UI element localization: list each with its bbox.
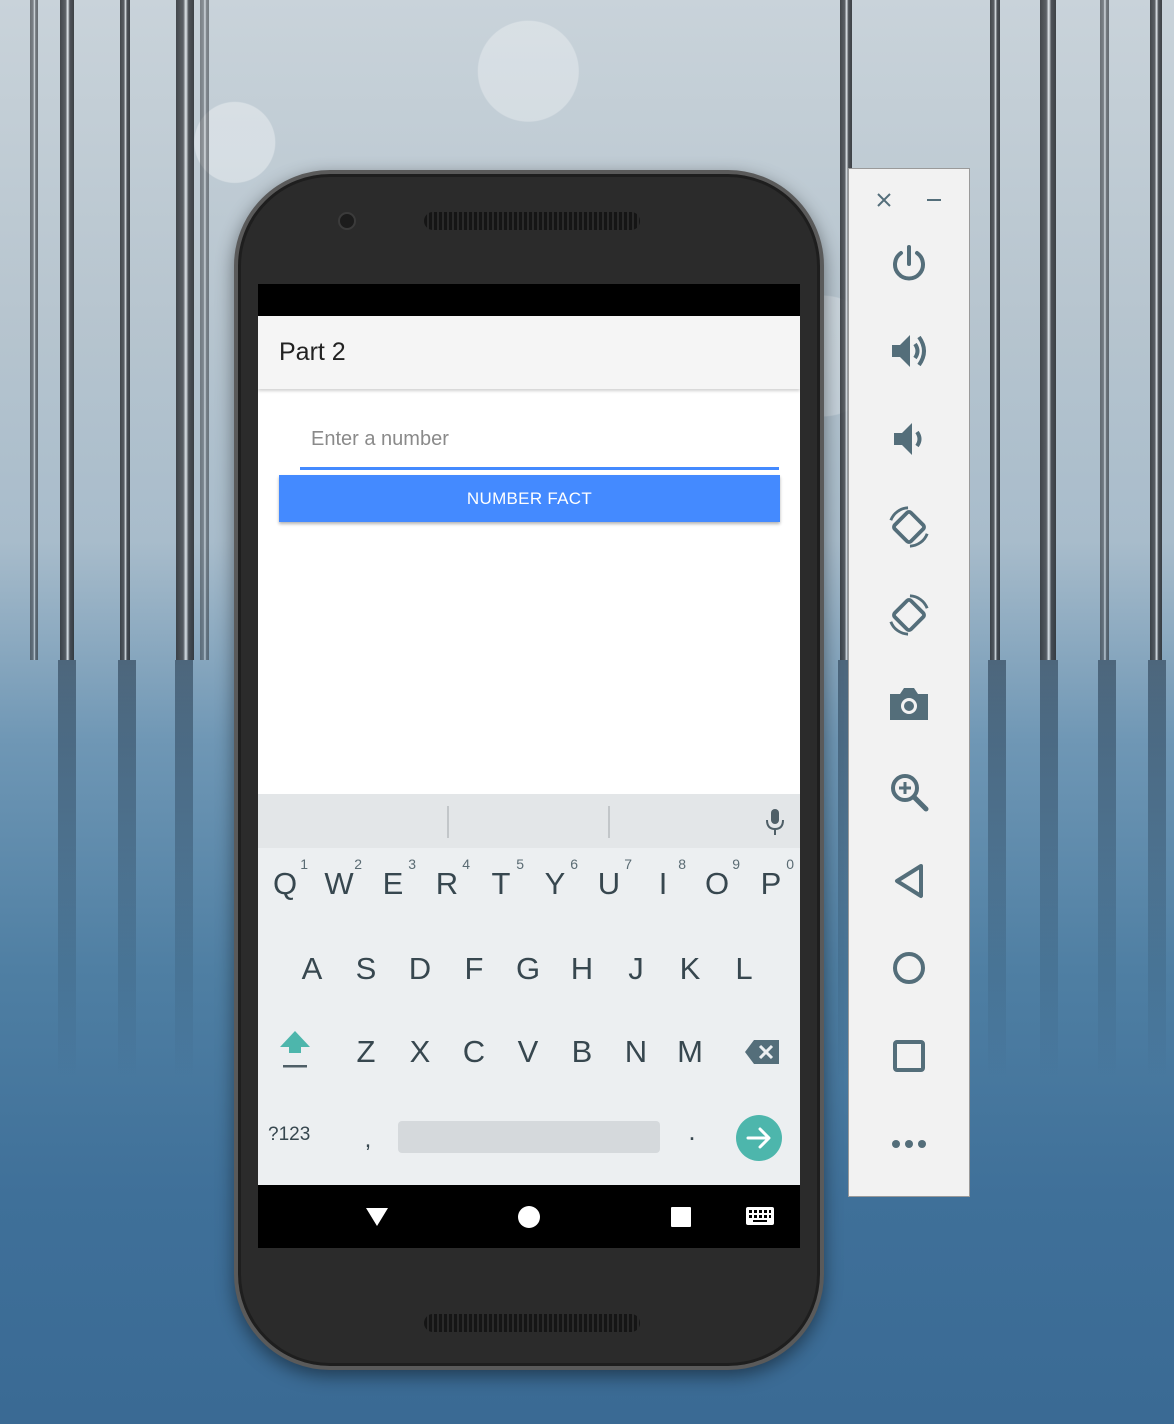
key-f[interactable]: F	[447, 939, 501, 999]
key-j[interactable]: J	[609, 939, 663, 999]
phone-screen: Part 2 NUMBER FACT Q1 W2 E3 R4 T5 Y6 U7 …	[258, 284, 800, 1248]
rotate-left-icon[interactable]	[887, 505, 931, 549]
bottom-speaker-grille	[424, 1314, 640, 1332]
key-g[interactable]: G	[501, 939, 555, 999]
volume-down-icon[interactable]	[887, 417, 931, 461]
app-title: Part 2	[279, 338, 346, 366]
overview-icon[interactable]	[887, 1034, 931, 1078]
app-bar: Part 2	[258, 316, 800, 389]
key-h[interactable]: H	[555, 939, 609, 999]
back-icon[interactable]	[887, 859, 931, 903]
top-speaker-grille	[424, 212, 640, 230]
more-icon[interactable]	[887, 1122, 931, 1166]
shift-icon[interactable]	[278, 1027, 312, 1071]
key-m[interactable]: M	[663, 1022, 717, 1082]
soft-keyboard: Q1 W2 E3 R4 T5 Y6 U7 I8 O9 P0 A S D F G …	[258, 794, 800, 1185]
key-n[interactable]: N	[609, 1022, 663, 1082]
minimize-icon[interactable]	[923, 189, 945, 211]
key-t[interactable]: T5	[474, 854, 528, 914]
zoom-icon[interactable]	[887, 770, 931, 814]
enter-arrow-icon[interactable]	[735, 1114, 783, 1162]
key-r[interactable]: R4	[420, 854, 474, 914]
key-a[interactable]: A	[285, 939, 339, 999]
front-camera	[338, 212, 356, 230]
emulator-toolbar	[848, 168, 970, 1197]
key-l[interactable]: L	[717, 939, 771, 999]
system-nav-bar	[258, 1185, 800, 1248]
key-b[interactable]: B	[555, 1022, 609, 1082]
key-z[interactable]: Z	[339, 1022, 393, 1082]
volume-up-icon[interactable]	[887, 329, 931, 373]
key-y[interactable]: Y6	[528, 854, 582, 914]
key-q[interactable]: Q1	[258, 854, 312, 914]
backspace-icon[interactable]	[744, 1039, 780, 1065]
key-x[interactable]: X	[393, 1022, 447, 1082]
close-icon[interactable]	[873, 189, 895, 211]
key-i[interactable]: I8	[636, 854, 690, 914]
number-fact-button[interactable]: NUMBER FACT	[279, 475, 780, 522]
comma-key[interactable]: ,	[353, 1126, 383, 1154]
camera-icon[interactable]	[887, 682, 931, 726]
period-key[interactable]: .	[677, 1116, 707, 1147]
number-input-field[interactable]	[300, 414, 779, 470]
back-icon[interactable]	[365, 1206, 389, 1228]
recents-icon[interactable]	[671, 1207, 691, 1227]
home-icon[interactable]	[887, 946, 931, 990]
home-icon[interactable]	[517, 1205, 541, 1229]
space-bar[interactable]	[398, 1121, 660, 1153]
status-bar	[258, 284, 800, 316]
keyboard-switch-icon[interactable]	[746, 1207, 774, 1227]
rotate-right-icon[interactable]	[887, 593, 931, 637]
key-s[interactable]: S	[339, 939, 393, 999]
mic-icon[interactable]	[763, 808, 787, 836]
key-d[interactable]: D	[393, 939, 447, 999]
key-w[interactable]: W2	[312, 854, 366, 914]
key-u[interactable]: U7	[582, 854, 636, 914]
power-icon[interactable]	[887, 242, 931, 286]
key-v[interactable]: V	[501, 1022, 555, 1082]
suggestion-strip	[258, 794, 800, 848]
number-input[interactable]	[300, 414, 779, 464]
key-c[interactable]: C	[447, 1022, 501, 1082]
key-k[interactable]: K	[663, 939, 717, 999]
symbols-key[interactable]: ?123	[268, 1124, 328, 1154]
key-p[interactable]: P0	[744, 854, 798, 914]
key-o[interactable]: O9	[690, 854, 744, 914]
key-e[interactable]: E3	[366, 854, 420, 914]
